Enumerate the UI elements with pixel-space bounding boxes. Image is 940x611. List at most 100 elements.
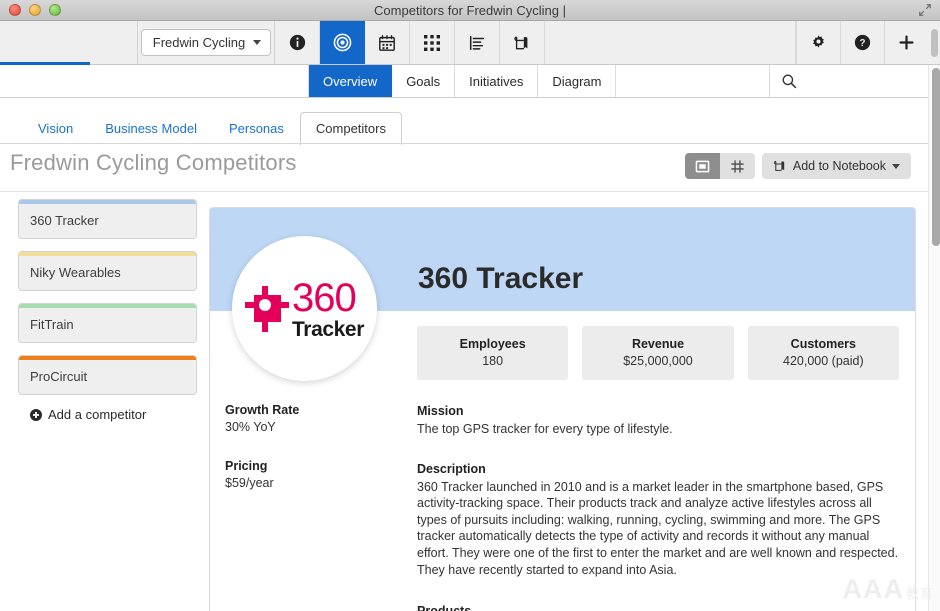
plus-circle-icon xyxy=(30,408,42,421)
nav-notebook-button[interactable] xyxy=(500,21,545,64)
card-view-button[interactable] xyxy=(684,153,720,179)
products-block: Products xyxy=(417,604,899,611)
page-header-actions: Add to Notebook xyxy=(684,153,911,179)
tab-overview[interactable]: Overview xyxy=(309,65,393,97)
tab-diagram-label: Diagram xyxy=(552,73,602,89)
outline-icon xyxy=(469,35,485,50)
stat-revenue: Revenue $25,000,000 xyxy=(582,326,734,380)
competitor-label: 360 Tracker xyxy=(30,213,99,228)
mission-title: Mission xyxy=(417,404,464,418)
add-competitor-label: Add a competitor xyxy=(48,407,147,422)
nav-strategy-button[interactable] xyxy=(320,21,365,64)
grid-view-button[interactable] xyxy=(719,153,755,179)
sub-tabs-divider xyxy=(0,143,928,144)
description-block: Description 360 Tracker launched in 2010… xyxy=(417,462,899,579)
add-to-notebook-button[interactable]: Add to Notebook xyxy=(761,153,911,179)
stat-label: Customers xyxy=(790,337,856,351)
fact-growth-rate: Growth Rate 30% YoY xyxy=(225,403,400,434)
svg-text:?: ? xyxy=(860,38,866,49)
page-scrollbar[interactable] xyxy=(928,65,940,611)
page-header-divider xyxy=(0,191,928,192)
page-body: 360 Tracker Niky Wearables FitTrain ProC… xyxy=(0,199,928,611)
competitor-list-item-360-tracker[interactable]: 360 Tracker xyxy=(18,199,197,239)
view-toggle-group xyxy=(684,153,755,179)
logo-text-secondary: Tracker xyxy=(292,317,364,341)
section-tabs: Overview Goals Initiatives Diagram xyxy=(0,65,928,98)
add-button[interactable] xyxy=(884,21,928,64)
settings-button[interactable] xyxy=(796,21,840,64)
window-title: Competitors for Fredwin Cycling | xyxy=(374,2,566,18)
section-tabs-gap xyxy=(616,65,771,97)
toolbar-spacer xyxy=(545,21,796,64)
fact-pricing: Pricing $59/year xyxy=(225,459,400,490)
watermark: AAA 教育 xyxy=(842,574,934,605)
application-window: Competitors for Fredwin Cycling | Fredwi… xyxy=(0,0,940,611)
nav-outline-button[interactable] xyxy=(455,21,500,64)
info-icon xyxy=(289,34,305,51)
nav-grid-button[interactable] xyxy=(410,21,455,64)
stat-label: Employees xyxy=(459,337,526,351)
mission-block: Mission The top GPS tracker for every ty… xyxy=(417,404,899,438)
products-title: Products xyxy=(417,604,899,611)
workspace-selector-button[interactable]: Fredwin Cycling xyxy=(140,29,272,56)
page-header: Fredwin Cycling Competitors Add to Noteb… xyxy=(0,150,928,192)
toolbar-scroll-nub[interactable] xyxy=(928,21,940,64)
page-scrollbar-thumb[interactable] xyxy=(931,68,940,246)
chevron-down-icon xyxy=(253,40,262,45)
tab-initiatives-label: Initiatives xyxy=(469,73,524,89)
competitor-name: 360 Tracker xyxy=(418,262,584,295)
toolbar-left-spacer xyxy=(0,21,137,65)
fact-label: Growth Rate xyxy=(225,403,300,417)
stat-value: $25,000,000 xyxy=(623,354,693,368)
tab-goals[interactable]: Goals xyxy=(392,65,456,97)
description-title: Description xyxy=(417,461,486,476)
book-icon xyxy=(514,35,528,49)
chevron-down-icon xyxy=(892,163,900,169)
description-text: 360 Tracker launched in 2010 and is a ma… xyxy=(417,479,899,577)
help-button[interactable]: ? xyxy=(840,21,884,64)
competitor-list-item-procircuit[interactable]: ProCircuit xyxy=(18,355,197,395)
tab-diagram[interactable]: Diagram xyxy=(538,65,617,97)
competitor-label: Niky Wearables xyxy=(30,265,121,280)
logo-text-primary: 360 xyxy=(292,275,357,320)
fact-value: $59/year xyxy=(225,476,274,490)
app-toolbar: Fredwin Cycling ? xyxy=(0,21,940,65)
watermark-suffix: 教育 xyxy=(905,586,934,601)
sub-tab-business-model-label: Business Model xyxy=(105,121,197,136)
competitor-detail-card: 360 Tracker 360 Tracker Growth Rate 30% … xyxy=(209,207,916,611)
search-icon xyxy=(783,74,797,89)
competitor-facts-column: Growth Rate 30% YoY Pricing $59/year xyxy=(225,403,400,515)
sub-tab-competitors[interactable]: Competitors xyxy=(299,112,402,145)
add-competitor-button[interactable]: Add a competitor xyxy=(30,407,207,422)
calendar-icon xyxy=(379,34,395,51)
stat-employees: Employees 180 xyxy=(417,326,569,380)
competitor-logo: 360 Tracker xyxy=(232,236,377,381)
nav-calendar-button[interactable] xyxy=(365,21,410,64)
book-icon xyxy=(773,160,785,171)
target-icon xyxy=(333,33,351,52)
sub-tab-personas[interactable]: Personas xyxy=(213,112,300,145)
competitor-sidebar: 360 Tracker Niky Wearables FitTrain ProC… xyxy=(0,199,207,422)
section-tabs-leading-space xyxy=(0,65,309,97)
toolbar-nav-icons xyxy=(275,21,545,64)
sub-tabs: Vision Business Model Personas Competito… xyxy=(0,99,928,145)
stat-label: Revenue xyxy=(631,337,685,351)
gear-icon xyxy=(813,35,824,48)
expand-arrows-icon[interactable] xyxy=(918,3,932,17)
competitor-list-item-fittrain[interactable]: FitTrain xyxy=(18,303,197,343)
sub-tab-vision-label: Vision xyxy=(38,121,74,136)
stat-value: 420,000 (paid) xyxy=(783,354,864,368)
fact-label: Pricing xyxy=(225,459,268,473)
add-to-notebook-label: Add to Notebook xyxy=(792,159,886,173)
search-input[interactable] xyxy=(770,65,928,97)
competitor-label: ProCircuit xyxy=(30,369,88,384)
sub-tab-vision[interactable]: Vision xyxy=(22,112,89,145)
competitor-list-item-niky-wearables[interactable]: Niky Wearables xyxy=(18,251,197,291)
page-title: Fredwin Cycling Competitors xyxy=(10,150,297,175)
window-titlebar: Competitors for Fredwin Cycling | xyxy=(0,0,940,21)
nav-info-button[interactable] xyxy=(275,21,320,64)
crosshair-target-icon xyxy=(245,285,290,332)
tab-initiatives[interactable]: Initiatives xyxy=(455,65,539,97)
sub-tab-business-model[interactable]: Business Model xyxy=(89,112,213,145)
competitor-stats: Employees 180 Revenue $25,000,000 Custom… xyxy=(417,326,899,380)
